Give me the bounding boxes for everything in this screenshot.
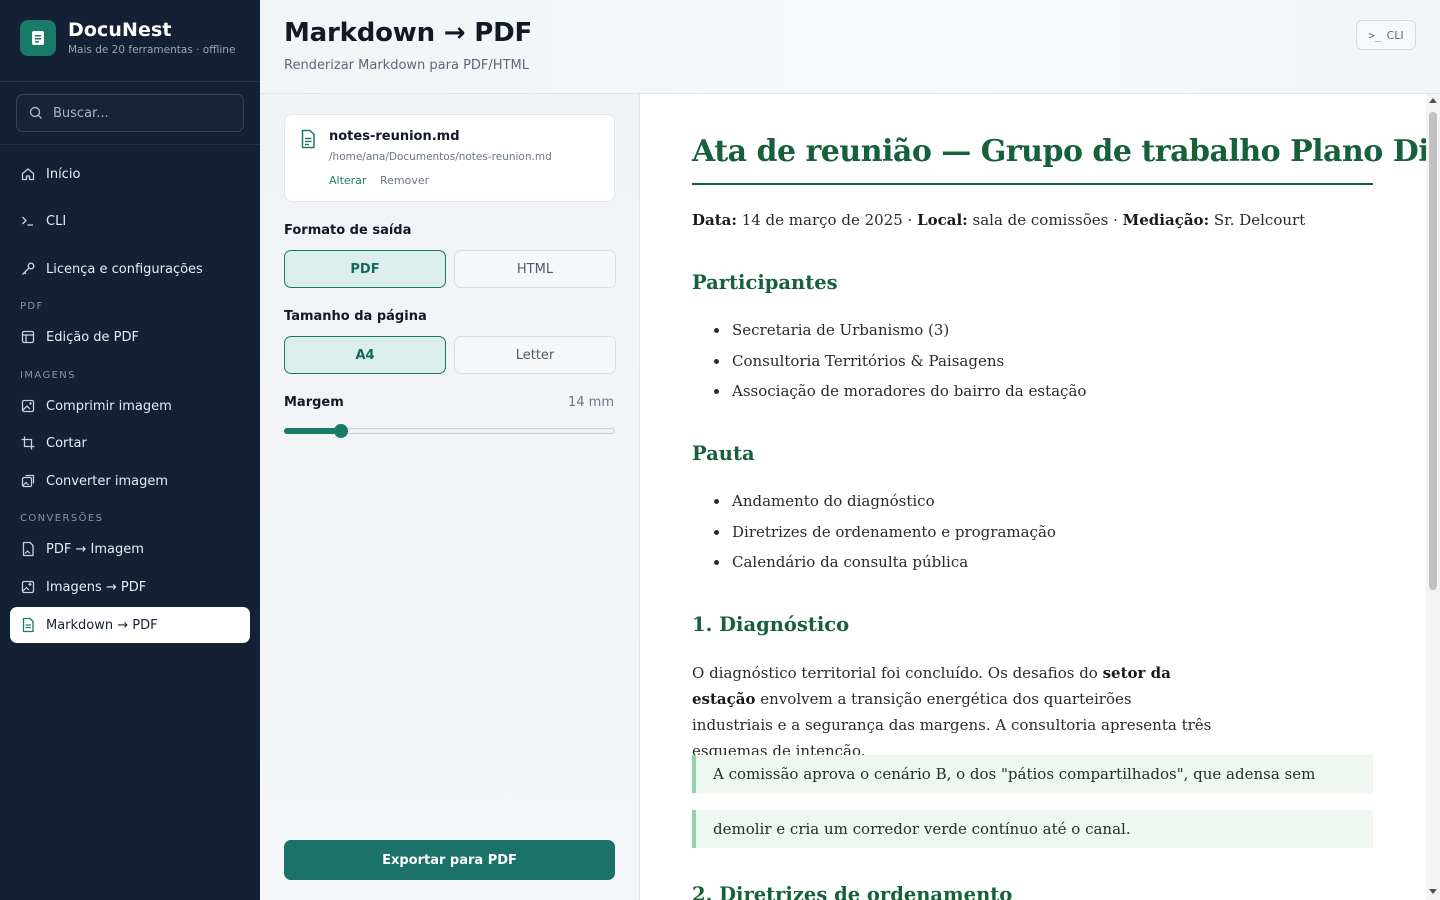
file-name: notes-reunion.md [329, 129, 460, 144]
nav-label: CLI [46, 213, 67, 229]
page-size-label: Tamanho da página [284, 309, 427, 324]
blockquote: demolir e cria um corredor verde contínu… [692, 810, 1373, 848]
meta-mediation-value: Sr. Delcourt [1213, 211, 1306, 229]
list-item: Andamento do diagnóstico [714, 491, 1056, 522]
pdf-edit-icon [20, 329, 36, 345]
diagnosis-text: O diagnóstico territorial foi concluído.… [692, 664, 1103, 682]
nav-section-conversions: CONVERSÕES [20, 513, 104, 524]
crop-icon [20, 435, 36, 451]
nav-item-pdf-to-image[interactable]: PDF → Imagem [10, 531, 250, 567]
nav-item-license-settings[interactable]: Licença e configurações [10, 251, 250, 287]
nav-item-images-to-pdf[interactable]: Imagens → PDF [10, 569, 250, 605]
settings-panel: notes-reunion.md /home/ana/Documentos/no… [260, 94, 640, 900]
guidelines-heading: 2. Diretrizes de ordenamento [692, 883, 1013, 900]
page-header: Markdown → PDF Renderizar Markdown para … [260, 0, 1440, 94]
nav-item-pdf-edit[interactable]: Edição de PDF [10, 319, 250, 355]
list-item: Secretaria de Urbanismo (3) [714, 320, 1086, 351]
nav-item-crop[interactable]: Cortar [10, 425, 250, 461]
image-convert-icon [20, 473, 36, 489]
app-logo-icon [20, 20, 56, 56]
app-tagline: Mais de 20 ferramentas · offline [68, 44, 236, 56]
meta-mediation-label: Mediação: [1122, 211, 1210, 229]
file-actions: Alterar Remover [329, 174, 439, 187]
diagnosis-paragraph: O diagnóstico territorial foi concluído.… [692, 660, 1212, 764]
output-format-label: Formato de saída [284, 223, 412, 238]
home-icon [20, 166, 36, 182]
nav-item-convert-image[interactable]: Converter imagem [10, 463, 250, 499]
change-file-link[interactable]: Alterar [329, 174, 366, 187]
diagnosis-heading: 1. Diagnóstico [692, 613, 850, 636]
format-option-html[interactable]: HTML [454, 250, 616, 288]
list-item: Consultoria Territórios & Paisagens [714, 351, 1086, 382]
margin-label: Margem [284, 395, 344, 410]
nav-label: Comprimir imagem [46, 398, 172, 414]
participants-list: Secretaria de Urbanismo (3) Consultoria … [714, 320, 1086, 412]
nav-label: Cortar [46, 435, 87, 451]
nav-label: Edição de PDF [46, 329, 139, 345]
nav-label: Licença e configurações [46, 261, 203, 277]
meta-date-value: 14 de março de 2025 · [741, 211, 918, 229]
sidebar-divider [0, 144, 260, 145]
nav-label: Converter imagem [46, 473, 169, 489]
preview-scrollbar[interactable] [1426, 94, 1440, 900]
file-icon [299, 129, 317, 153]
format-option-pdf[interactable]: PDF [284, 250, 446, 288]
page-subtitle: Renderizar Markdown para PDF/HTML [284, 58, 529, 73]
terminal-icon: >_ [1368, 28, 1382, 42]
participants-heading: Participantes [692, 271, 838, 294]
app-name: DocuNest [68, 19, 172, 41]
nav-item-compress-image[interactable]: Comprimir imagem [10, 388, 250, 424]
nav-label: Imagens → PDF [46, 579, 147, 595]
page-size-option-a4[interactable]: A4 [284, 336, 446, 374]
scroll-down-arrow-icon[interactable] [1429, 889, 1437, 894]
nav-label: PDF → Imagem [46, 541, 144, 557]
nav-item-markdown-to-pdf[interactable]: Markdown → PDF [10, 607, 250, 643]
blockquote: A comissão aprova o cenário B, o dos "pá… [692, 755, 1373, 793]
list-item: Associação de moradores do bairro da est… [714, 381, 1086, 412]
nav-label: Início [46, 166, 81, 182]
brand: DocuNest Mais de 20 ferramentas · offlin… [20, 20, 235, 56]
list-item: Diretrizes de ordenamento e programação [714, 522, 1056, 553]
image-compress-icon [20, 398, 36, 414]
meta-date-label: Data: [692, 211, 737, 229]
margin-slider-thumb[interactable] [334, 424, 348, 438]
nav-item-home[interactable]: Início [10, 156, 250, 192]
document-preview: Ata de reunião — Grupo de trabalho Plano… [640, 94, 1426, 900]
file-path: /home/ana/Documentos/notes-reunion.md [329, 151, 552, 163]
export-pdf-button[interactable]: Exportar para PDF [284, 840, 615, 880]
file-card: notes-reunion.md /home/ana/Documentos/no… [284, 114, 615, 202]
nav-item-cli[interactable]: CLI [10, 203, 250, 239]
cli-button[interactable]: >_ CLI [1356, 20, 1416, 50]
page-title: Markdown → PDF [284, 18, 533, 48]
agenda-heading: Pauta [692, 442, 755, 465]
search-input[interactable] [53, 105, 233, 121]
nav-label: Markdown → PDF [46, 617, 158, 633]
scrollbar-thumb[interactable] [1429, 112, 1437, 590]
cli-button-label: CLI [1386, 28, 1404, 42]
terminal-icon [20, 213, 36, 229]
sidebar: DocuNest Mais de 20 ferramentas · offlin… [0, 0, 260, 900]
meta-place-value: sala de comissões · [972, 211, 1123, 229]
scroll-up-arrow-icon[interactable] [1429, 98, 1437, 103]
search-box[interactable] [16, 94, 244, 132]
search-icon [29, 106, 42, 119]
document-meta: Data: 14 de março de 2025 · Local: sala … [692, 211, 1305, 229]
markdown-file-icon [20, 617, 36, 633]
nav-section-images: IMAGENS [20, 370, 76, 381]
sidebar-divider [0, 81, 260, 82]
list-item: Calendário da consulta pública [714, 552, 1056, 583]
document-title: Ata de reunião — Grupo de trabalho Plano… [692, 134, 1426, 185]
remove-file-link[interactable]: Remover [380, 174, 429, 187]
key-icon [20, 261, 36, 277]
meta-place-label: Local: [917, 211, 968, 229]
images-to-pdf-icon [20, 579, 36, 595]
nav-section-pdf: PDF [20, 301, 44, 312]
agenda-list: Andamento do diagnóstico Diretrizes de o… [714, 491, 1056, 583]
margin-value: 14 mm [567, 395, 614, 410]
diagnosis-text: envolvem a transição energética dos quar… [692, 690, 1212, 760]
pdf-to-image-icon [20, 541, 36, 557]
page-size-option-letter[interactable]: Letter [454, 336, 616, 374]
